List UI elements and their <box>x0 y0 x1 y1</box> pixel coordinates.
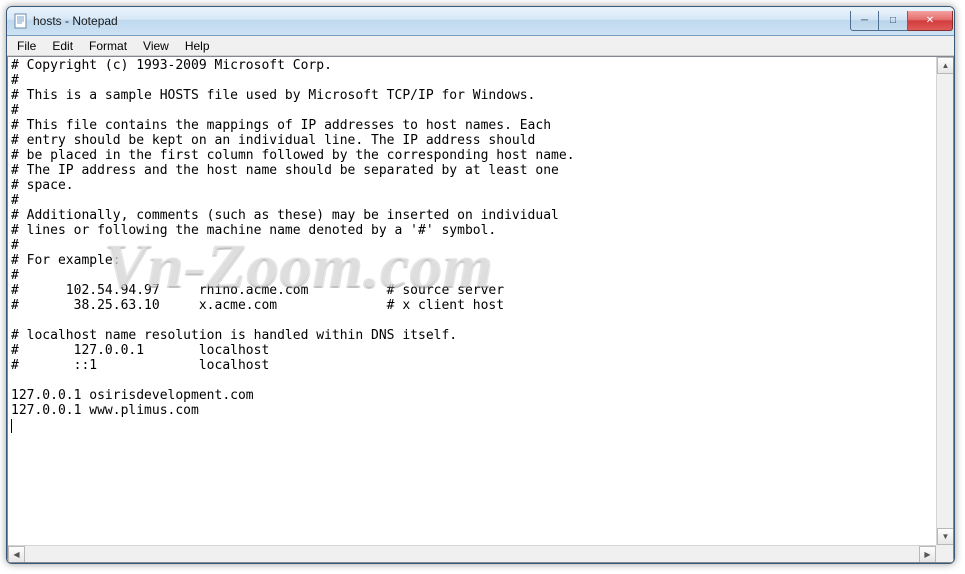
menu-file[interactable]: File <box>9 38 44 54</box>
scroll-right-button[interactable]: ▶ <box>919 546 936 563</box>
horizontal-scrollbar[interactable]: ◀ ▶ <box>8 545 936 562</box>
window-controls: ─ □ ✕ <box>850 11 953 31</box>
maximize-icon: □ <box>890 15 896 26</box>
scroll-left-button[interactable]: ◀ <box>8 546 25 563</box>
menu-edit[interactable]: Edit <box>44 38 81 54</box>
vertical-scroll-track[interactable] <box>937 74 953 528</box>
scroll-down-button[interactable]: ▼ <box>937 528 954 545</box>
chevron-left-icon: ◀ <box>13 550 19 559</box>
menubar: File Edit Format View Help <box>7 36 954 56</box>
chevron-up-icon: ▲ <box>942 61 950 70</box>
notepad-window: hosts - Notepad ─ □ ✕ File Edit Format V… <box>6 6 955 564</box>
minimize-icon: ─ <box>861 15 868 26</box>
minimize-button[interactable]: ─ <box>850 11 879 31</box>
chevron-down-icon: ▼ <box>942 532 950 541</box>
vertical-scrollbar[interactable]: ▲ ▼ <box>936 57 953 545</box>
close-icon: ✕ <box>926 15 934 26</box>
menu-format[interactable]: Format <box>81 38 135 54</box>
notepad-icon <box>13 13 29 29</box>
close-button[interactable]: ✕ <box>908 11 953 31</box>
window-title: hosts - Notepad <box>33 14 850 28</box>
scrollbar-corner <box>936 545 953 562</box>
maximize-button[interactable]: □ <box>879 11 908 31</box>
text-editor[interactable]: # Copyright (c) 1993-2009 Microsoft Corp… <box>8 57 936 545</box>
editor-content: # Copyright (c) 1993-2009 Microsoft Corp… <box>11 58 575 418</box>
scroll-up-button[interactable]: ▲ <box>937 57 954 74</box>
text-caret <box>11 419 12 433</box>
editor-area: # Copyright (c) 1993-2009 Microsoft Corp… <box>7 56 954 563</box>
chevron-right-icon: ▶ <box>924 550 930 559</box>
menu-help[interactable]: Help <box>177 38 218 54</box>
titlebar[interactable]: hosts - Notepad ─ □ ✕ <box>7 7 954 36</box>
menu-view[interactable]: View <box>135 38 177 54</box>
horizontal-scroll-track[interactable] <box>25 546 919 562</box>
